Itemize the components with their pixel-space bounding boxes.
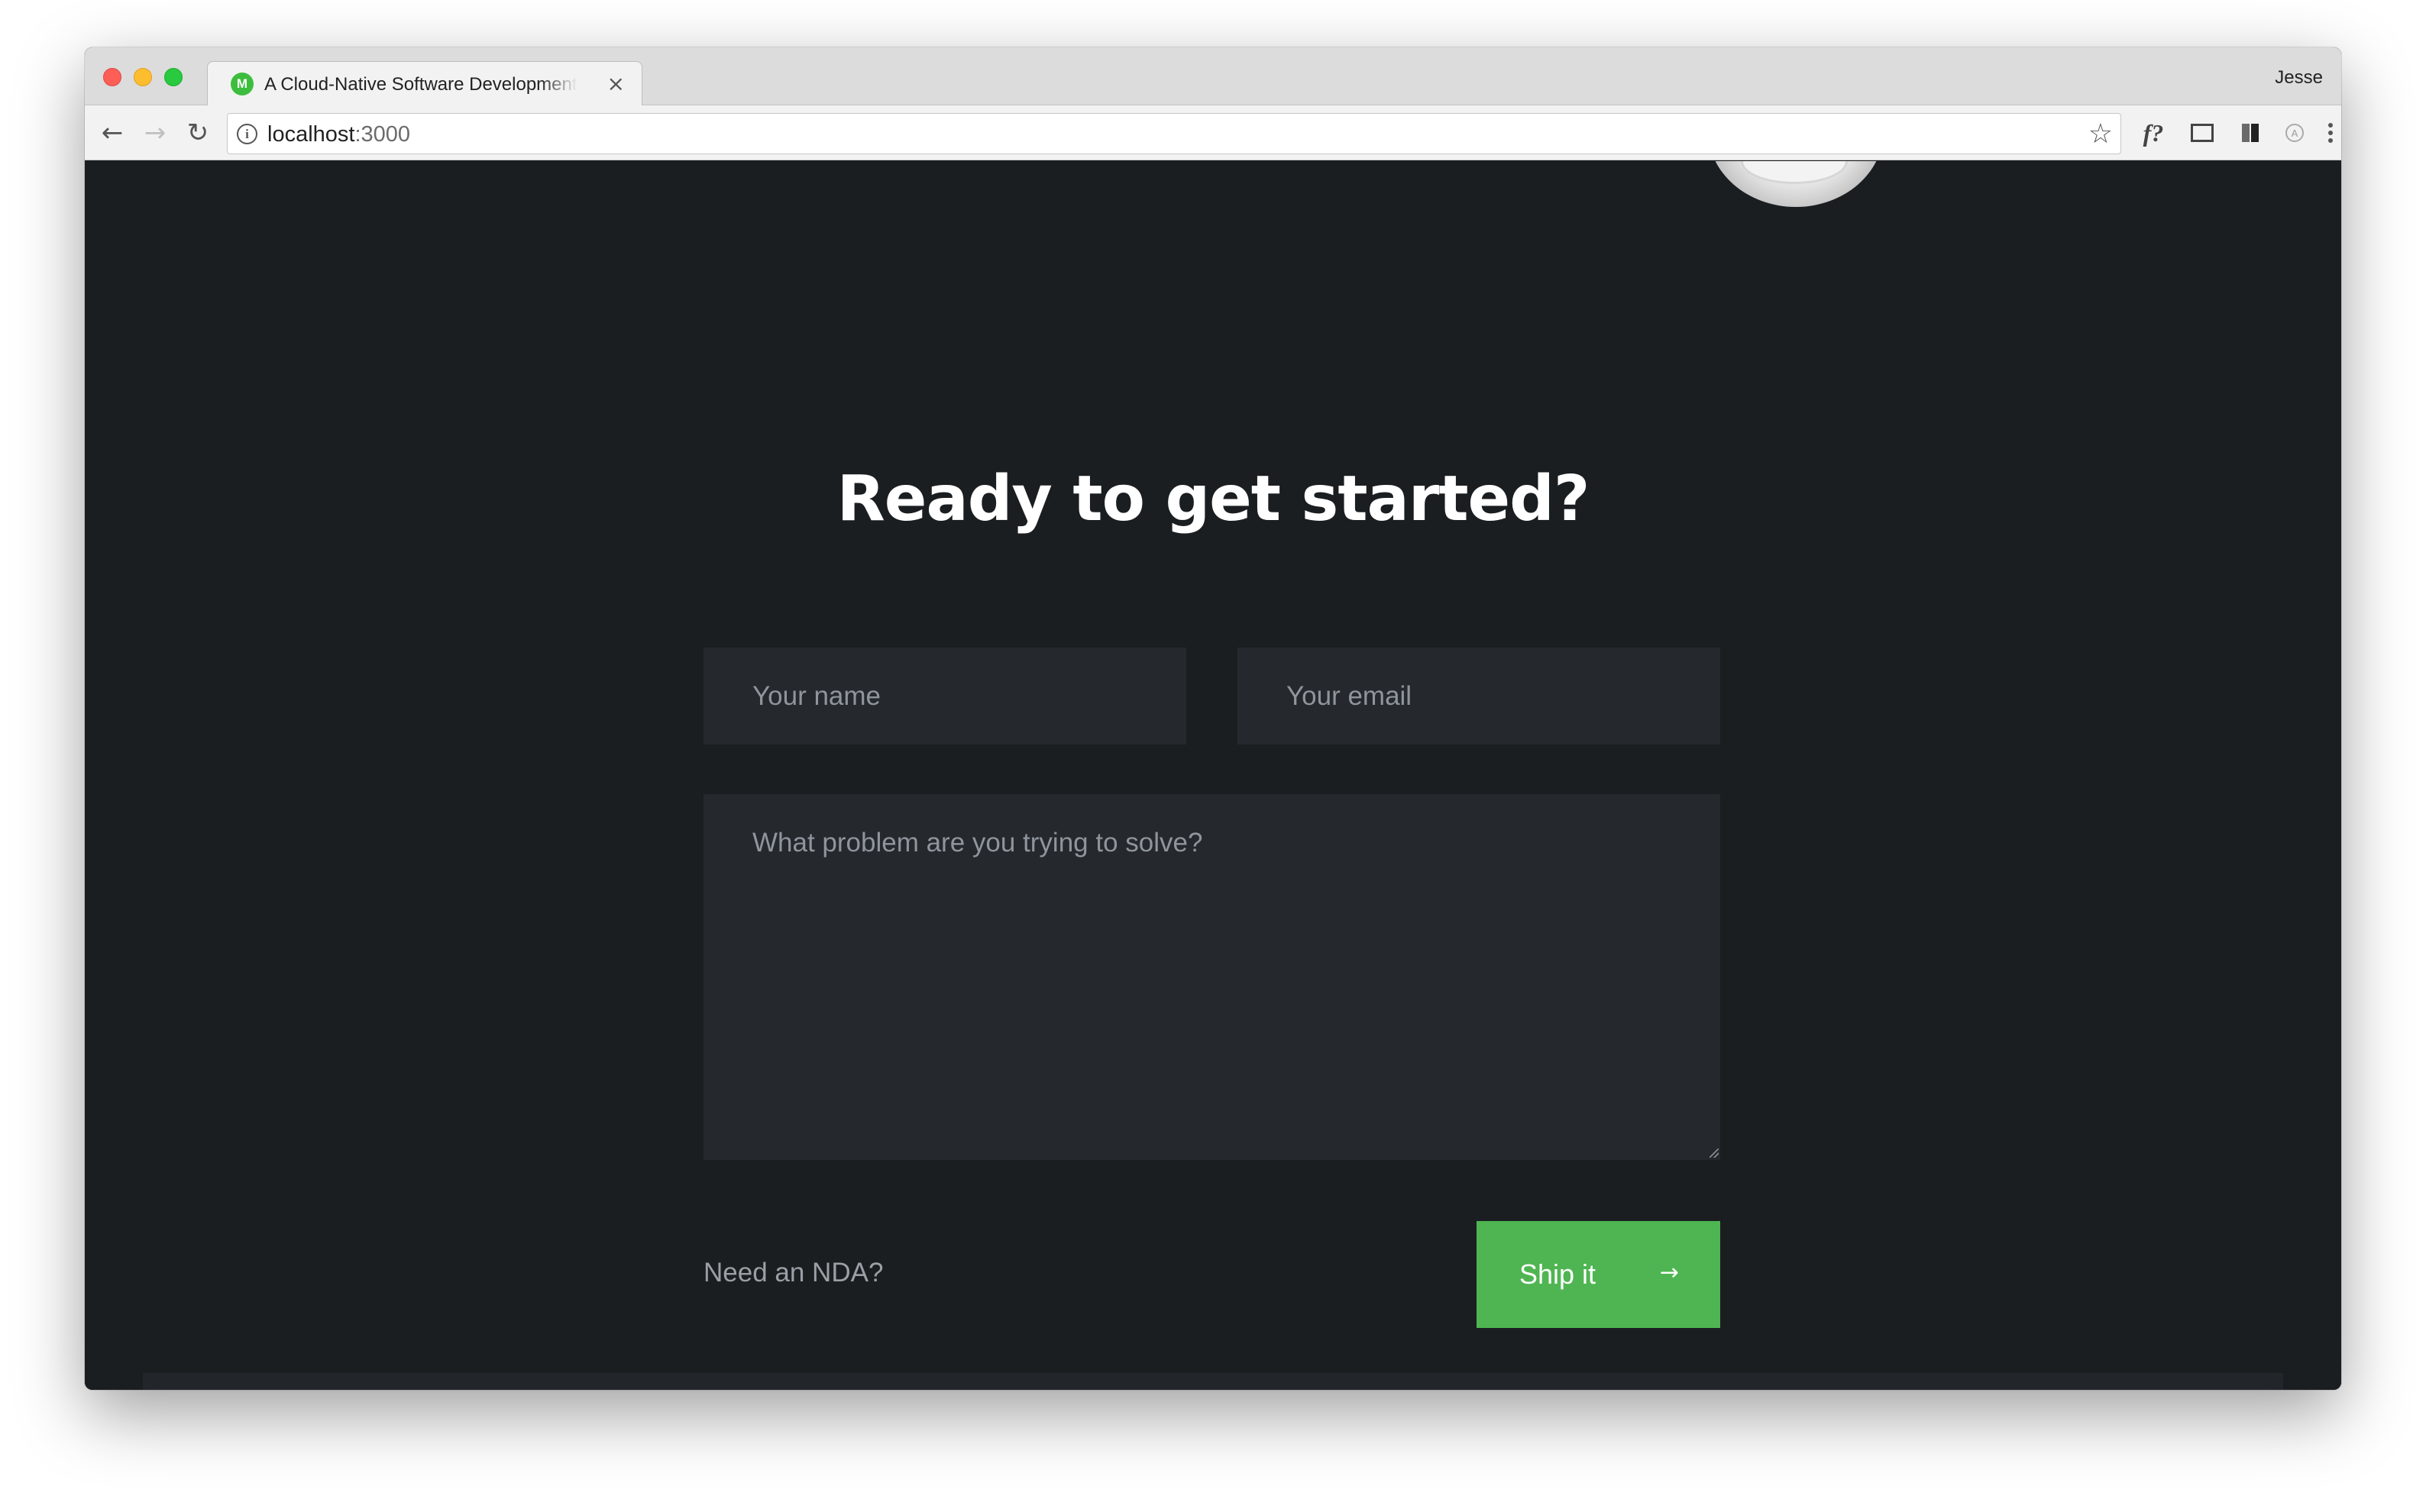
- page-viewport: Ready to get started? Need an NDA? Ship …: [85, 161, 2341, 1390]
- url-text[interactable]: localhost:3000: [267, 122, 410, 147]
- problem-textarea[interactable]: [704, 794, 1720, 1160]
- browser-window: M A Cloud-Native Software Development Co…: [85, 47, 2341, 1390]
- minimize-window-button[interactable]: [134, 68, 152, 86]
- footer-edge: [143, 1373, 2283, 1390]
- name-input[interactable]: [704, 648, 1186, 745]
- email-input[interactable]: [1237, 648, 1720, 745]
- ship-it-label: Ship it: [1519, 1258, 1596, 1290]
- tab-bar: M A Cloud-Native Software Development Co…: [85, 47, 2341, 107]
- page-title: Ready to get started?: [836, 463, 1590, 535]
- columns-extension-icon[interactable]: [2231, 115, 2269, 151]
- tab-active[interactable]: M A Cloud-Native Software Development Co…: [207, 61, 642, 107]
- profile-name[interactable]: Jesse: [2275, 67, 2323, 89]
- textarea-resize-handle[interactable]: [1710, 1149, 1719, 1158]
- tab-close-icon[interactable]: ×: [607, 71, 625, 96]
- font-identifier-extension-icon[interactable]: f?: [2132, 115, 2175, 151]
- forward-arrow-icon[interactable]: →: [135, 113, 175, 153]
- account-extension-icon[interactable]: A: [2276, 115, 2314, 151]
- kebab-menu-icon[interactable]: [2315, 115, 2341, 151]
- reload-icon[interactable]: ↻: [178, 113, 218, 153]
- site-info-icon[interactable]: i: [237, 124, 257, 144]
- arrow-right-icon: →: [1659, 1259, 1679, 1286]
- back-arrow-icon[interactable]: ←: [92, 113, 132, 153]
- maximize-window-button[interactable]: [164, 68, 183, 86]
- site-favicon-icon: M: [231, 73, 254, 95]
- nda-link[interactable]: Need an NDA?: [704, 1258, 883, 1288]
- bookmark-star-icon[interactable]: ☆: [2088, 118, 2113, 150]
- tab-title: A Cloud-Native Software Development Comp…: [264, 74, 577, 95]
- ship-it-button[interactable]: Ship it →: [1477, 1221, 1720, 1328]
- url-port: :3000: [354, 122, 411, 147]
- url-host: localhost: [267, 122, 355, 147]
- address-bar[interactable]: i localhost:3000 ☆: [227, 113, 2121, 154]
- close-window-button[interactable]: [103, 68, 121, 86]
- browser-toolbar: ← → ↻ i localhost:3000 ☆ f? A: [85, 105, 2341, 160]
- screen-capture-extension-icon[interactable]: [2181, 115, 2224, 151]
